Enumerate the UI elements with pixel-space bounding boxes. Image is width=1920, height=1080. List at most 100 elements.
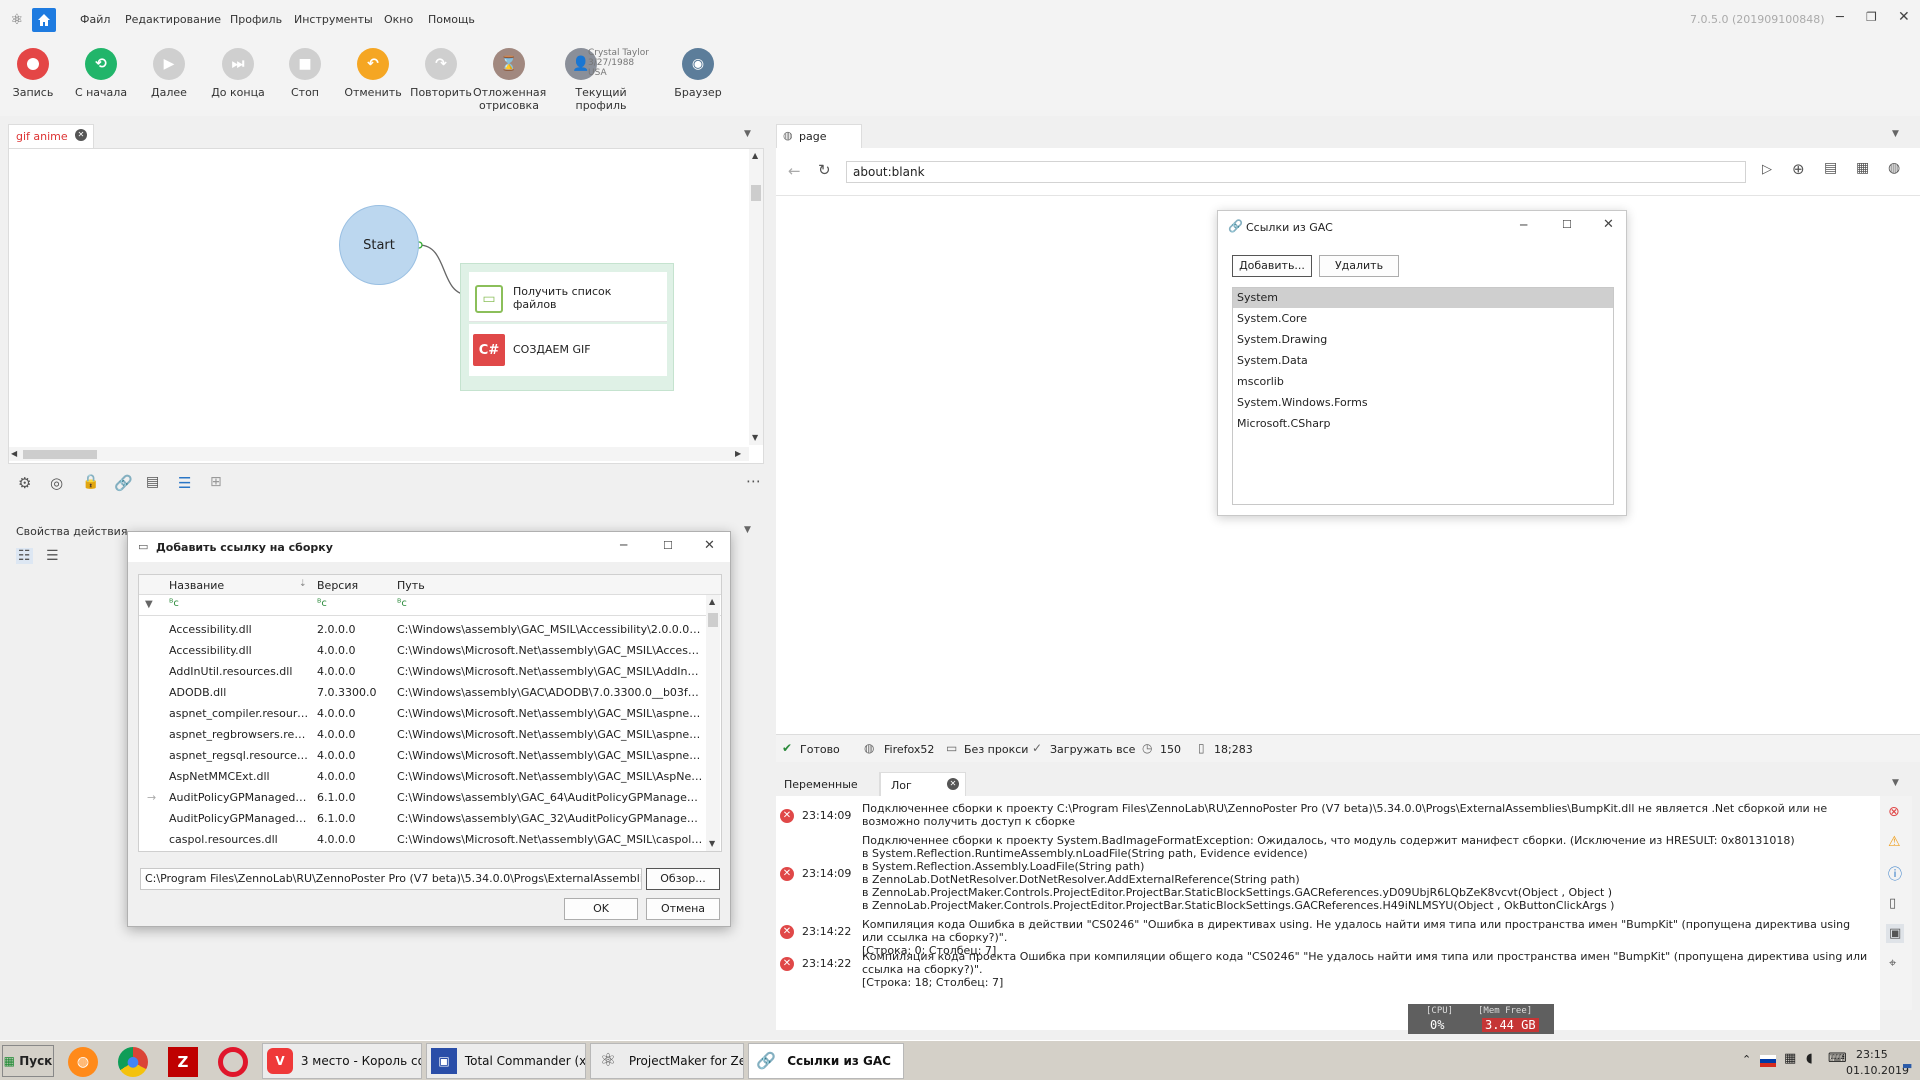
status-timeout[interactable]: 150 (1160, 743, 1181, 756)
taskbar-item[interactable]: V 3 место - Король со... (262, 1043, 422, 1079)
info-filter-icon[interactable]: ⓘ (1888, 864, 1902, 884)
tray-expand-icon[interactable]: ⌃ (1742, 1053, 1751, 1066)
start-node[interactable]: Start (339, 205, 419, 285)
props-doc-icon[interactable]: ☰ (46, 548, 59, 564)
table-row[interactable]: aspnet_compiler.resource... 4.0.0.0 C:\Win… (139, 703, 705, 724)
warning-filter-icon[interactable]: ⚠ (1888, 834, 1901, 850)
tab-close-icon[interactable]: ✕ (75, 129, 87, 141)
ok-button[interactable]: OK (564, 898, 638, 920)
add-frame-icon[interactable]: ⊞ (210, 474, 222, 490)
minimize-icon[interactable]: ─ (1520, 218, 1527, 232)
table-row[interactable]: AuditPolicyGPManagedStu... 6.1.0.0 C:\Wind… (139, 808, 705, 829)
filezilla-icon[interactable]: Z (168, 1047, 198, 1077)
close-icon[interactable]: ✕ (1603, 217, 1614, 232)
status-browser-version[interactable]: Firefox52 (884, 743, 934, 756)
russian-flag-icon[interactable] (1760, 1055, 1776, 1067)
list-item[interactable]: System.Drawing (1233, 330, 1613, 350)
list-item[interactable]: System.Data (1233, 351, 1613, 371)
go-icon[interactable]: ▷ (1762, 162, 1772, 177)
menu-edit[interactable]: Редактирование (125, 13, 221, 26)
taskbar-item[interactable]: ⚛ ProjectMaker for Zen... (590, 1043, 744, 1079)
notifications-icon[interactable]: ▬ (1902, 1059, 1912, 1072)
reload-icon[interactable]: ↻ (818, 161, 831, 179)
col-name-header[interactable]: Название (169, 579, 224, 592)
tab-action-properties[interactable]: Свойства действия (16, 525, 127, 538)
restart-button[interactable]: ⟲ С начала (65, 48, 137, 99)
scroll-thumb[interactable] (751, 185, 761, 201)
col-path-header[interactable]: Путь (397, 579, 425, 592)
url-input[interactable] (846, 161, 1746, 183)
table-row[interactable]: → AuditPolicyGPManagedStu... 6.1.0.0 C:\Win… (139, 787, 705, 808)
more-icon[interactable]: ⋯ (746, 472, 761, 490)
tab-close-icon[interactable]: ✕ (947, 778, 959, 790)
close-window-icon[interactable]: ✕ (1898, 9, 1910, 25)
firefox-icon[interactable]: ◍ (68, 1047, 98, 1077)
gac-remove-button[interactable]: Удалить (1319, 255, 1399, 277)
cancel-button[interactable]: Отмена (646, 898, 720, 920)
canvas-horizontal-scrollbar[interactable]: ◀ ▶ (9, 447, 749, 461)
log-panel[interactable]: ✕ 23:14:09 Подключеннее сборки к проекту… (776, 796, 1880, 1030)
tab-gif-anime[interactable]: gif anime ✕ (8, 124, 94, 148)
minimize-window-icon[interactable]: ─ (1836, 10, 1844, 25)
page-dropdown-icon[interactable]: ▼ (1892, 129, 1899, 139)
settings-icon[interactable]: ⚙ (18, 474, 31, 492)
clock-time[interactable]: 23:15 (1856, 1048, 1888, 1061)
filter-icon[interactable]: ▼ (145, 599, 153, 610)
browser-button[interactable]: ◉ Браузер (662, 48, 734, 99)
maximize-icon[interactable]: ☐ (663, 539, 673, 552)
table-row[interactable]: ADODB.dll 7.0.3300.0 C:\Windows\assembly\G… (139, 682, 705, 703)
canvas-vertical-scrollbar[interactable]: ▲ ▼ (749, 149, 763, 445)
scroll-thumb[interactable] (23, 450, 97, 459)
log-dropdown-icon[interactable]: ▼ (1892, 778, 1899, 788)
list-item[interactable]: System.Core (1233, 309, 1613, 329)
globe-settings-icon[interactable]: ◍ (1888, 160, 1900, 176)
clipboard-icon[interactable]: ▯ (1889, 896, 1896, 911)
table-row[interactable]: caspol.resources.dll 4.0.0.0 C:\Windows\Mi… (139, 829, 705, 850)
props-dropdown-icon[interactable]: ▼ (744, 525, 751, 535)
status-proxy[interactable]: Без прокси (964, 743, 1028, 756)
to-end-button[interactable]: ⏭ До конца (202, 48, 274, 99)
path-filter-cell[interactable]: ᴮc (397, 598, 407, 609)
action-group[interactable]: ▭ Получить список файлов C# СОЗДАЕМ GIF (460, 263, 674, 391)
minimize-icon[interactable]: ─ (620, 538, 627, 552)
image-filter-icon[interactable]: ▣ (1886, 924, 1905, 943)
col-version-header[interactable]: Версия (317, 579, 358, 592)
table-row[interactable]: aspnet_regsql.resources.dll 4.0.0.0 C:\Win… (139, 745, 705, 766)
taskbar-item-active[interactable]: 🔗 Ссылки из GAC (748, 1043, 904, 1079)
gac-list[interactable]: System System.Core System.Drawing System… (1232, 287, 1614, 505)
list-item[interactable]: mscorlib (1233, 372, 1613, 392)
list-item[interactable]: System (1233, 288, 1613, 308)
next-button[interactable]: ▶ Далее (133, 48, 205, 99)
maximize-icon[interactable]: ☐ (1562, 218, 1572, 231)
status-load-all[interactable]: Загружать все (1050, 743, 1135, 756)
redo-button[interactable]: ↷ Повторить (405, 48, 477, 99)
tag-icon[interactable]: ⌖ (1889, 956, 1896, 971)
scroll-thumb[interactable] (708, 613, 718, 627)
link-icon[interactable]: 🔗 (114, 474, 133, 492)
storage-icon[interactable]: ▦ (1856, 160, 1869, 176)
action-block-get-files[interactable]: ▭ Получить список файлов (469, 272, 667, 322)
user-circle-icon[interactable]: ◎ (50, 474, 63, 492)
database-icon[interactable]: ▤ (146, 474, 159, 490)
grid-vertical-scrollbar[interactable]: ▲ ▼ (706, 595, 720, 851)
list-item[interactable]: System.Windows.Forms (1233, 393, 1613, 413)
close-icon[interactable]: ✕ (704, 538, 715, 553)
add-circle-icon[interactable]: ⊕ (1792, 160, 1805, 178)
action-block-create-gif[interactable]: C# СОЗДАЕМ GIF (469, 324, 667, 376)
home-button[interactable] (32, 8, 56, 32)
chrome-icon[interactable]: ● (118, 1047, 148, 1077)
menu-window[interactable]: Окно (384, 13, 413, 26)
table-row[interactable]: AspNetMMCExt.dll 4.0.0.0 C:\Windows\Micros… (139, 766, 705, 787)
props-list-icon[interactable]: ☷ (16, 548, 33, 564)
browse-button[interactable]: Обзор... (646, 868, 720, 890)
table-row[interactable]: AddInUtil.resources.dll 4.0.0.0 C:\Windows… (139, 661, 705, 682)
version-filter-cell[interactable]: ᴮc (317, 598, 327, 609)
lock-icon[interactable]: 🔒 (82, 474, 99, 490)
back-icon[interactable]: ← (788, 162, 801, 180)
opera-icon[interactable] (218, 1047, 248, 1077)
list-icon[interactable]: ☰ (178, 474, 191, 492)
table-row[interactable]: Accessibility.dll 2.0.0.0 C:\Windows\assem… (139, 619, 705, 640)
stop-button[interactable]: ■ Стоп (269, 48, 341, 99)
gac-add-button[interactable]: Добавить... (1232, 255, 1312, 277)
volume-icon[interactable]: ◖ (1806, 1051, 1813, 1066)
